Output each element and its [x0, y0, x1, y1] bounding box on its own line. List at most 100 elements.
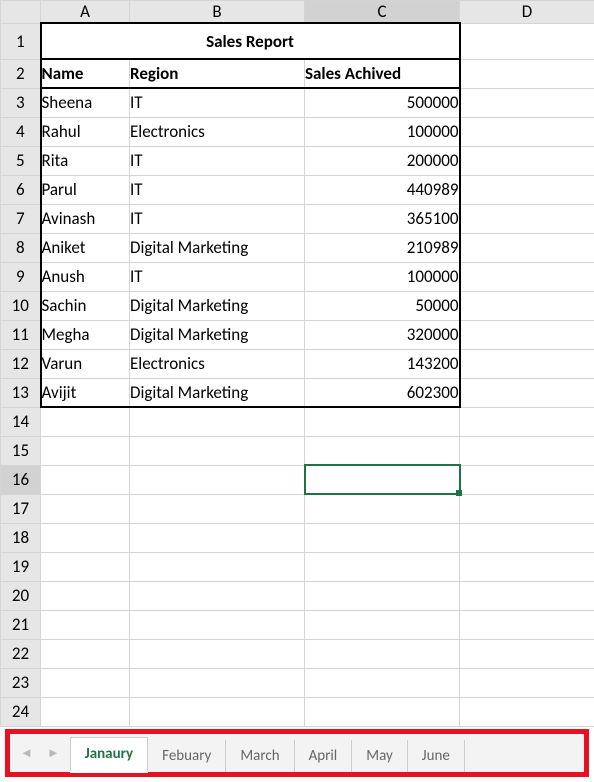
cell-empty[interactable]	[460, 581, 594, 610]
cell-empty[interactable]	[460, 88, 594, 117]
cell-name[interactable]: Sachin	[41, 291, 130, 320]
cell-empty[interactable]	[130, 668, 305, 697]
cell-region[interactable]: Electronics	[130, 349, 305, 378]
cell-name[interactable]: Sheena	[41, 88, 130, 117]
cell-name[interactable]: Varun	[41, 349, 130, 378]
cell-empty[interactable]	[41, 465, 130, 494]
row-header-19[interactable]: 19	[1, 552, 41, 581]
row-header-2[interactable]: 2	[1, 59, 41, 88]
header-region[interactable]: Region	[130, 59, 305, 88]
row-header-11[interactable]: 11	[1, 320, 41, 349]
cell-empty[interactable]	[460, 407, 594, 436]
cell-empty[interactable]	[460, 262, 594, 291]
cell-empty[interactable]	[130, 552, 305, 581]
row-header-20[interactable]: 20	[1, 581, 41, 610]
row-header-4[interactable]: 4	[1, 117, 41, 146]
row-header-1[interactable]: 1	[1, 23, 41, 59]
header-sales[interactable]: Sales Achived	[305, 59, 460, 88]
selected-cell[interactable]	[305, 465, 460, 494]
row-header-9[interactable]: 9	[1, 262, 41, 291]
cell-empty[interactable]	[460, 552, 594, 581]
row-header-3[interactable]: 3	[1, 88, 41, 117]
cell-empty[interactable]	[460, 465, 594, 494]
cell-empty[interactable]	[305, 523, 460, 552]
cell-empty[interactable]	[305, 581, 460, 610]
cell-empty[interactable]	[41, 494, 130, 523]
select-all-corner[interactable]	[1, 1, 41, 24]
cell-empty[interactable]	[460, 378, 594, 407]
cell-empty[interactable]	[41, 407, 130, 436]
cell-empty[interactable]	[305, 610, 460, 639]
column-header-C[interactable]: C	[305, 1, 460, 24]
cell-name[interactable]: Avinash	[41, 204, 130, 233]
cell-empty[interactable]	[41, 697, 130, 726]
cell-region[interactable]: Digital Marketing	[130, 320, 305, 349]
row-header-13[interactable]: 13	[1, 378, 41, 407]
cell-sales[interactable]: 500000	[305, 88, 460, 117]
header-name[interactable]: Name	[41, 59, 130, 88]
row-header-21[interactable]: 21	[1, 610, 41, 639]
cell-empty[interactable]	[130, 697, 305, 726]
cell-empty[interactable]	[305, 494, 460, 523]
cell-sales[interactable]: 100000	[305, 262, 460, 291]
sheet-tab-march[interactable]: March	[226, 740, 294, 772]
cell-D1[interactable]	[460, 23, 594, 59]
cell-empty[interactable]	[460, 610, 594, 639]
cell-sales[interactable]: 440989	[305, 175, 460, 204]
report-title[interactable]: Sales Report	[41, 23, 460, 59]
cell-region[interactable]: IT	[130, 88, 305, 117]
cell-empty[interactable]	[460, 349, 594, 378]
cell-name[interactable]: Parul	[41, 175, 130, 204]
row-header-15[interactable]: 15	[1, 436, 41, 465]
row-header-10[interactable]: 10	[1, 291, 41, 320]
cell-empty[interactable]	[460, 436, 594, 465]
cell-empty[interactable]	[460, 320, 594, 349]
cell-region[interactable]: Digital Marketing	[130, 378, 305, 407]
row-header-7[interactable]: 7	[1, 204, 41, 233]
cell-empty[interactable]	[130, 523, 305, 552]
cell-empty[interactable]	[460, 697, 594, 726]
cell-empty[interactable]	[460, 494, 594, 523]
row-header-12[interactable]: 12	[1, 349, 41, 378]
row-header-24[interactable]: 24	[1, 697, 41, 726]
row-header-22[interactable]: 22	[1, 639, 41, 668]
cell-D2[interactable]	[460, 59, 594, 88]
cell-region[interactable]: Digital Marketing	[130, 291, 305, 320]
cell-name[interactable]: Rita	[41, 146, 130, 175]
cell-empty[interactable]	[460, 639, 594, 668]
cell-empty[interactable]	[130, 407, 305, 436]
cell-empty[interactable]	[305, 552, 460, 581]
cell-empty[interactable]	[460, 117, 594, 146]
cell-sales[interactable]: 602300	[305, 378, 460, 407]
cell-name[interactable]: Avijit	[41, 378, 130, 407]
sheet-prev-icon[interactable]: ◄	[20, 745, 33, 761]
cell-empty[interactable]	[41, 581, 130, 610]
cell-empty[interactable]	[305, 436, 460, 465]
cell-sales[interactable]: 365100	[305, 204, 460, 233]
sheet-tab-june[interactable]: June	[408, 740, 465, 772]
cell-empty[interactable]	[305, 407, 460, 436]
row-header-8[interactable]: 8	[1, 233, 41, 262]
cell-empty[interactable]	[460, 291, 594, 320]
cell-region[interactable]: IT	[130, 262, 305, 291]
cell-region[interactable]: IT	[130, 175, 305, 204]
spreadsheet-grid[interactable]: A B C D 1 Sales Report 2 Name Region Sal…	[0, 0, 594, 727]
cell-empty[interactable]	[460, 523, 594, 552]
cell-empty[interactable]	[305, 697, 460, 726]
sheet-tab-february[interactable]: Febuary	[148, 740, 226, 772]
row-header-17[interactable]: 17	[1, 494, 41, 523]
cell-empty[interactable]	[130, 494, 305, 523]
cell-empty[interactable]	[130, 610, 305, 639]
column-header-A[interactable]: A	[41, 1, 130, 24]
cell-sales[interactable]: 210989	[305, 233, 460, 262]
cell-sales[interactable]: 200000	[305, 146, 460, 175]
row-header-5[interactable]: 5	[1, 146, 41, 175]
sheet-tab-april[interactable]: April	[295, 740, 353, 772]
row-header-14[interactable]: 14	[1, 407, 41, 436]
row-header-23[interactable]: 23	[1, 668, 41, 697]
cell-sales[interactable]: 320000	[305, 320, 460, 349]
cell-empty[interactable]	[130, 465, 305, 494]
cell-sales[interactable]: 143200	[305, 349, 460, 378]
cell-empty[interactable]	[41, 668, 130, 697]
cell-empty[interactable]	[41, 639, 130, 668]
